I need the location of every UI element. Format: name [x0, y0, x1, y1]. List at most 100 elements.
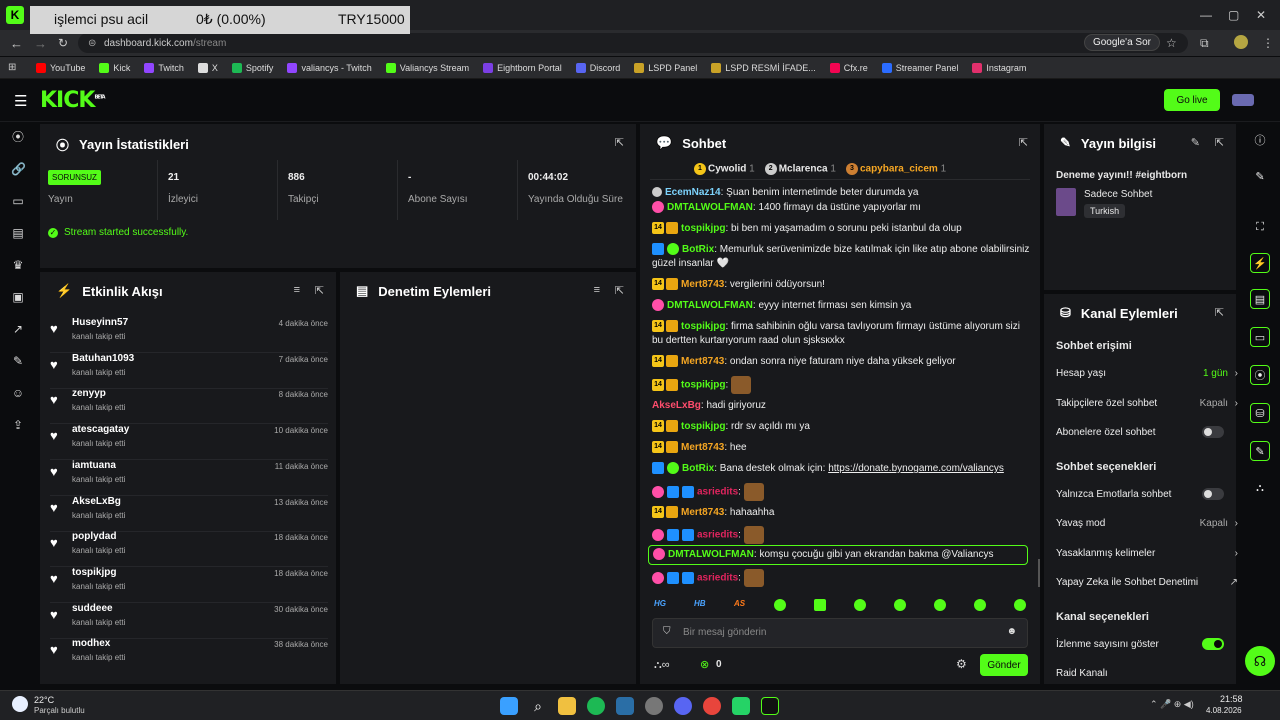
chat-message[interactable]: 14 Mert8743: hee	[652, 441, 1032, 455]
obs-icon[interactable]	[645, 697, 663, 715]
back-icon[interactable]: ←	[10, 36, 23, 51]
chat-scrollbar[interactable]	[1038, 559, 1040, 587]
chat-username[interactable]: tospikjpg	[681, 380, 725, 391]
show-viewers-toggle[interactable]	[1202, 638, 1224, 650]
follower-name[interactable]: modhex	[72, 638, 110, 649]
chat-message[interactable]: 14 tospikjpg: firma sahibinin oğlu varsa …	[652, 320, 1032, 348]
upload-icon[interactable]: ⇪	[11, 418, 25, 432]
maximize-icon[interactable]: ▢	[1228, 8, 1239, 22]
discord-icon[interactable]	[674, 697, 692, 715]
star-icon[interactable]: ☆	[1166, 36, 1177, 50]
send-button[interactable]: Gönder	[980, 654, 1028, 676]
edit-icon[interactable]: ✎	[1250, 167, 1270, 187]
chat-username[interactable]: tospikjpg	[681, 223, 725, 234]
chat-username[interactable]: Mert8743	[681, 442, 724, 453]
chat-icon[interactable]: ▭	[1250, 327, 1270, 347]
bookmark-item[interactable]: Cfx.re	[829, 62, 868, 73]
bookmark-item[interactable]: Twitch	[144, 62, 184, 73]
followers-only-row[interactable]: Takipçilere özel sohbet Kapalı ›	[1056, 398, 1238, 409]
settings-gear-icon[interactable]: ⚙	[956, 657, 967, 671]
chat-username[interactable]: Mert8743	[681, 279, 724, 290]
emote-icon[interactable]	[1014, 599, 1026, 611]
bookmark-item[interactable]: valiancys - Twitch	[287, 62, 372, 73]
emote-icon[interactable]	[894, 599, 906, 611]
chat-username[interactable]: DMTALWOLFMAN	[668, 549, 754, 560]
reload-icon[interactable]: ↻	[58, 36, 68, 50]
profile-avatar[interactable]	[1234, 35, 1248, 49]
bookmark-item[interactable]: Streamer Panel	[881, 62, 958, 73]
trophy-icon[interactable]: ♛	[11, 258, 25, 272]
raid-channel-row[interactable]: Raid Kanalı	[1056, 668, 1224, 679]
follower-name[interactable]: tospikjpg	[72, 567, 116, 578]
hamburger-menu-icon[interactable]: ☰	[14, 92, 27, 110]
emote-icon[interactable]	[934, 599, 946, 611]
search-icon[interactable]: ⌕	[529, 697, 547, 715]
bookmark-item[interactable]: Kick	[99, 62, 130, 73]
chat-username[interactable]: asriedits	[697, 487, 738, 498]
follower-name[interactable]: Batuhan1093	[72, 353, 134, 364]
chat-message[interactable]: 14 Mert8743: vergilerini ödüyorsun!	[652, 278, 1032, 292]
menu-dots-icon[interactable]: ⋮	[1262, 36, 1274, 50]
wrench-icon[interactable]: ✎	[1250, 441, 1270, 461]
chat-username[interactable]: BotRix	[682, 463, 714, 474]
ai-moderation-row[interactable]: Yapay Zeka ile Sohbet Denetimi ↗	[1056, 577, 1238, 588]
follower-name[interactable]: poplydad	[72, 531, 116, 542]
apps-grid-icon[interactable]: ⊞	[8, 62, 16, 73]
emote-icon[interactable]	[854, 599, 866, 611]
channel-icon[interactable]: ⛁	[1250, 403, 1270, 423]
kick-logo[interactable]: KICKBETA	[40, 88, 106, 113]
chat-message[interactable]: DMTALWOLFMAN: 1400 firmayı da üstüne yap…	[652, 201, 1032, 215]
chat-message[interactable]: asriedits:	[652, 483, 1032, 501]
chart-icon[interactable]: ▤	[11, 226, 25, 240]
info-icon[interactable]: ⓘ	[1250, 131, 1270, 151]
banned-words-row[interactable]: Yasaklanmış kelimeler ›	[1056, 548, 1238, 559]
chat-username[interactable]: tospikjpg	[681, 421, 725, 432]
follower-name[interactable]: zenyyp	[72, 388, 106, 399]
bookmark-item[interactable]: LSPD Panel	[634, 62, 697, 73]
go-live-button[interactable]: Go live	[1164, 89, 1220, 111]
filter-icon[interactable]: ≡	[594, 284, 600, 296]
expand-icon[interactable]: ⇱	[1019, 136, 1028, 149]
chat-message[interactable]: AkseLxBg: hadi giriyoruz	[652, 399, 1032, 413]
follower-name[interactable]: iamtuana	[72, 460, 116, 471]
follower-name[interactable]: atescagatay	[72, 424, 129, 435]
bookmark-item[interactable]: X	[197, 62, 218, 73]
tray-icons[interactable]: ⌃ 🎤 ⊕ ◀)	[1150, 699, 1194, 710]
follower-name[interactable]: AkseLxBg	[72, 496, 121, 507]
chrome-icon[interactable]	[703, 697, 721, 715]
bookmark-item[interactable]: YouTube	[36, 62, 85, 73]
chat-message[interactable]: asriedits:	[652, 569, 1032, 587]
emote-icon[interactable]	[774, 599, 786, 611]
edit-icon[interactable]: ✎	[1191, 136, 1200, 149]
stream-icon[interactable]: ⦿	[1250, 365, 1270, 385]
document-icon[interactable]: ▤	[1250, 289, 1270, 309]
chat-username[interactable]: DMTALWOLFMAN	[667, 300, 753, 311]
steam-icon[interactable]	[616, 697, 634, 715]
bookmark-item[interactable]: Valiancys Stream	[385, 62, 469, 73]
subscribers-only-toggle[interactable]	[1202, 426, 1224, 438]
address-bar[interactable]: ⊜ dashboard.kick.com/stream	[78, 33, 1188, 53]
site-info-icon[interactable]: ⊜	[88, 38, 96, 49]
chat-username[interactable]: tospikjpg	[681, 321, 725, 332]
chat-message[interactable]: BotRix: Memurluk serüvenimizde bize katı…	[652, 243, 1032, 271]
filter-icon[interactable]: ≡	[294, 284, 300, 296]
emote-icon[interactable]	[974, 599, 986, 611]
expand-icon[interactable]: ⇱	[315, 284, 324, 297]
expand-icon[interactable]: ⇱	[615, 136, 624, 149]
chat-input[interactable]: ⛉ Bir mesaj gönderin ☻	[652, 618, 1028, 648]
chat-message[interactable]: DMTALWOLFMAN: komşu çocuğu gibi yan ekra…	[648, 545, 1028, 565]
category-thumbnail[interactable]	[1056, 188, 1076, 216]
emote-hb[interactable]: HB	[694, 599, 706, 608]
follower-name[interactable]: Huseyinn57	[72, 317, 128, 328]
chat-username[interactable]: asriedits	[697, 573, 738, 584]
category-name[interactable]: Sadece Sohbet	[1084, 189, 1152, 200]
link-icon[interactable]: 🔗	[11, 162, 26, 176]
whatsapp-icon[interactable]	[732, 697, 750, 715]
folder-icon[interactable]	[558, 697, 576, 715]
chat-username[interactable]: EcemNaz14	[665, 187, 721, 198]
bookmark-item[interactable]: Spotify	[231, 62, 273, 73]
chat-username[interactable]: DMTALWOLFMAN	[667, 202, 753, 213]
media-icon[interactable]: ▣	[11, 290, 25, 304]
bookmark-item[interactable]: Instagram	[972, 62, 1026, 73]
bookmark-item[interactable]: LSPD RESMİ İFADE...	[711, 62, 816, 73]
